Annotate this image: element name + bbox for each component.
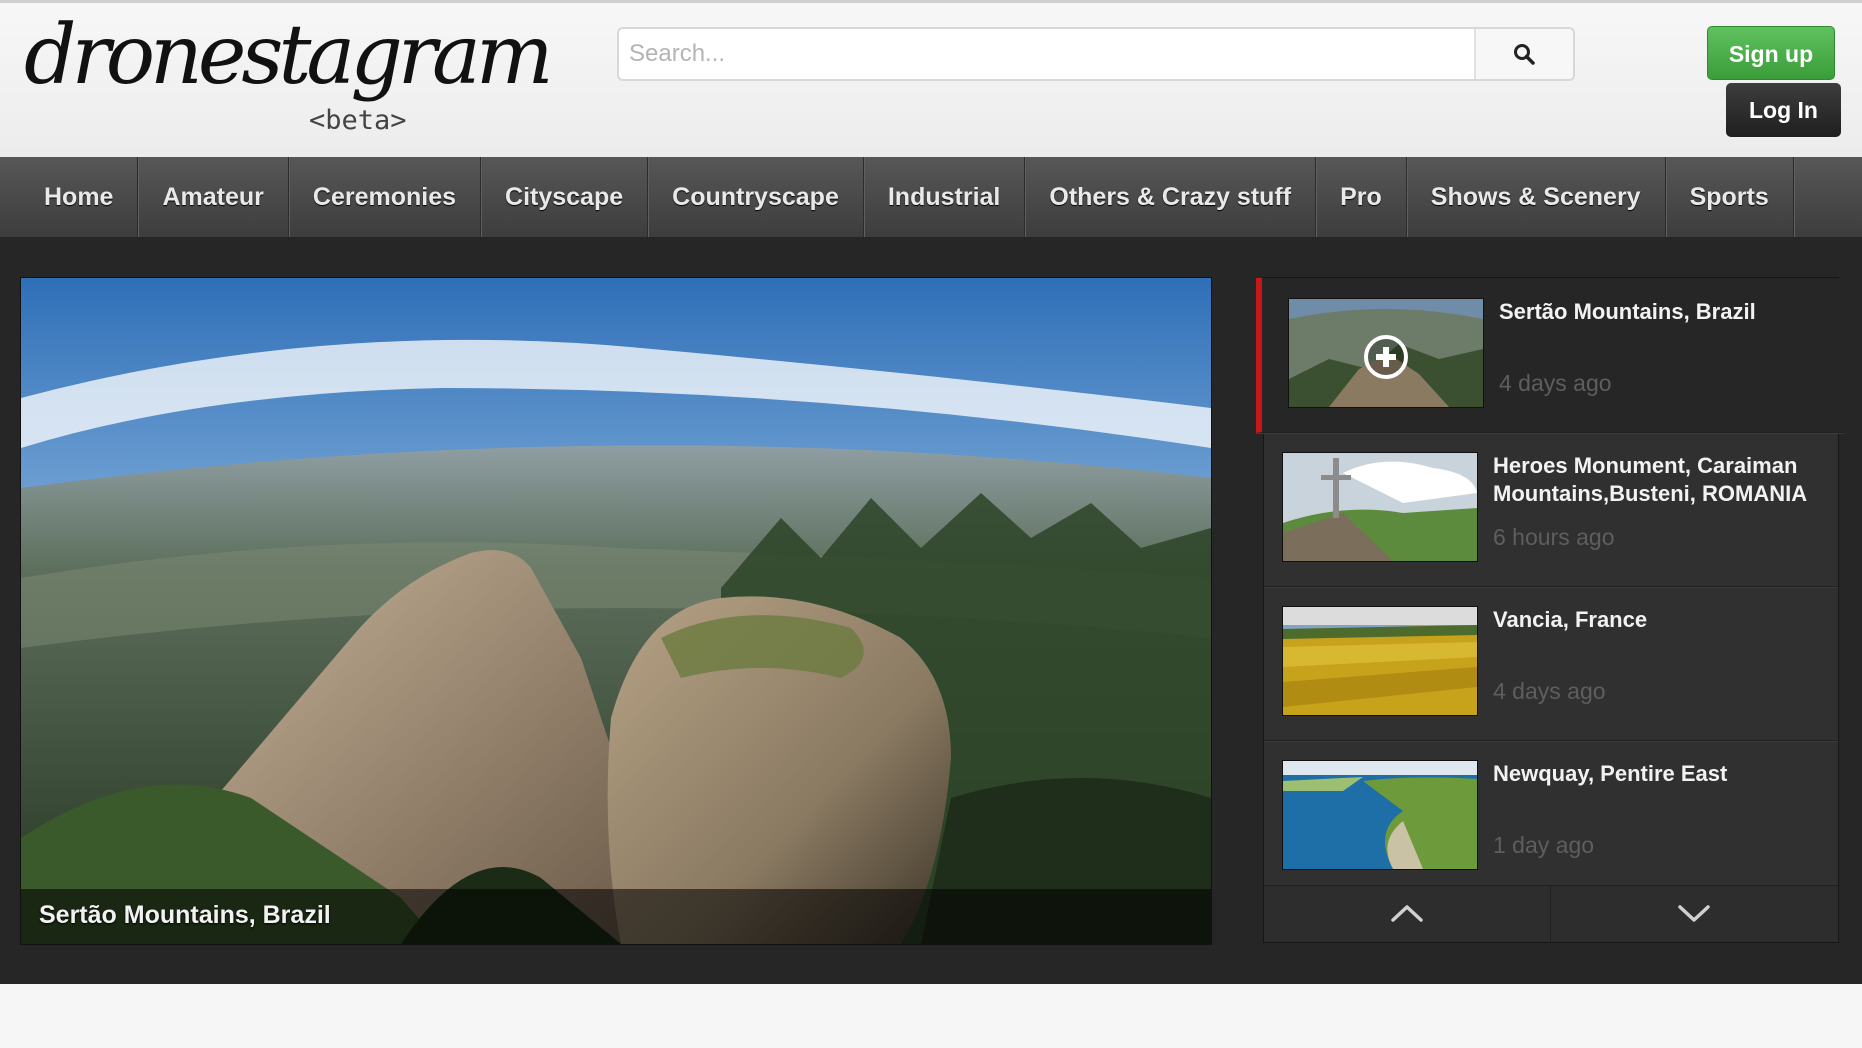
playlist-thumbnail[interactable]: [1282, 760, 1478, 870]
playlist-item-title[interactable]: Sertão Mountains, Brazil: [1499, 298, 1829, 326]
playlist-item-title[interactable]: Newquay, Pentire East: [1493, 760, 1823, 788]
featured-section: Sertão Mountains, Brazil Sertão Mountain…: [0, 237, 1862, 984]
page-footer: [0, 984, 1862, 1048]
playlist-item-title[interactable]: Heroes Monument, Caraiman Mountains,Bust…: [1493, 452, 1823, 508]
nav-item-cityscape[interactable]: Cityscape: [481, 157, 649, 237]
login-button[interactable]: Log In: [1726, 83, 1841, 137]
search-input[interactable]: [619, 29, 1476, 79]
video-playlist: Sertão Mountains, Brazil 4 days ago Hero…: [1256, 277, 1844, 943]
category-nav: Home Amateur Ceremonies Cityscape Countr…: [0, 157, 1862, 237]
nav-item-others[interactable]: Others & Crazy stuff: [1025, 157, 1317, 237]
playlist-thumbnail[interactable]: [1282, 452, 1478, 562]
featured-video-title[interactable]: Sertão Mountains, Brazil: [39, 901, 331, 930]
playlist-item-time: 4 days ago: [1493, 678, 1606, 704]
playlist-item-title[interactable]: Vancia, France: [1493, 606, 1823, 634]
nav-item-countryscape[interactable]: Countryscape: [648, 157, 864, 237]
playlist-thumbnail[interactable]: [1288, 298, 1484, 408]
search-button[interactable]: [1474, 29, 1573, 79]
signup-button[interactable]: Sign up: [1707, 26, 1835, 80]
nav-item-shows-scenery[interactable]: Shows & Scenery: [1407, 157, 1666, 237]
search-box: [617, 27, 1575, 81]
playlist-item-time: 1 day ago: [1493, 832, 1595, 858]
thumbnail-fields-image: [1283, 607, 1477, 715]
playlist-item-3[interactable]: Vancia, France 4 days ago: [1264, 586, 1838, 741]
playlist-item-2[interactable]: Heroes Monument, Caraiman Mountains,Bust…: [1264, 432, 1838, 587]
featured-video-caption: Sertão Mountains, Brazil: [21, 889, 1211, 944]
search-icon: [1514, 44, 1535, 65]
featured-video-image: [21, 278, 1211, 944]
playlist-item-time: 6 hours ago: [1493, 524, 1615, 550]
site-logo[interactable]: dronestagram <beta>: [24, 15, 554, 145]
add-circle-icon[interactable]: [1361, 332, 1411, 382]
playlist-item-4[interactable]: Newquay, Pentire East 1 day ago: [1264, 740, 1838, 895]
playlist-item-time: 4 days ago: [1499, 370, 1612, 396]
nav-item-pro[interactable]: Pro: [1316, 157, 1407, 237]
site-header: dronestagram <beta> Sign up Log In: [0, 3, 1862, 157]
logo-wordmark: dronestagram: [24, 8, 554, 103]
playlist-down-button[interactable]: [1551, 886, 1837, 942]
chevron-down-icon: [1678, 905, 1710, 922]
playlist-item-1[interactable]: Sertão Mountains, Brazil 4 days ago: [1256, 278, 1844, 433]
nav-item-industrial[interactable]: Industrial: [864, 157, 1026, 237]
logo-beta-tag: <beta>: [309, 105, 407, 136]
nav-item-sports[interactable]: Sports: [1666, 157, 1794, 237]
thumbnail-coast-image: [1283, 761, 1477, 869]
playlist-controls: [1264, 885, 1838, 942]
thumbnail-monument-image: [1283, 453, 1477, 561]
chevron-up-icon: [1391, 905, 1423, 922]
nav-item-ceremonies[interactable]: Ceremonies: [289, 157, 482, 237]
nav-item-amateur[interactable]: Amateur: [138, 157, 289, 237]
featured-video[interactable]: Sertão Mountains, Brazil: [20, 277, 1212, 945]
playlist-up-button[interactable]: [1264, 886, 1551, 942]
nav-item-home[interactable]: Home: [0, 157, 139, 237]
playlist-thumbnail[interactable]: [1282, 606, 1478, 716]
